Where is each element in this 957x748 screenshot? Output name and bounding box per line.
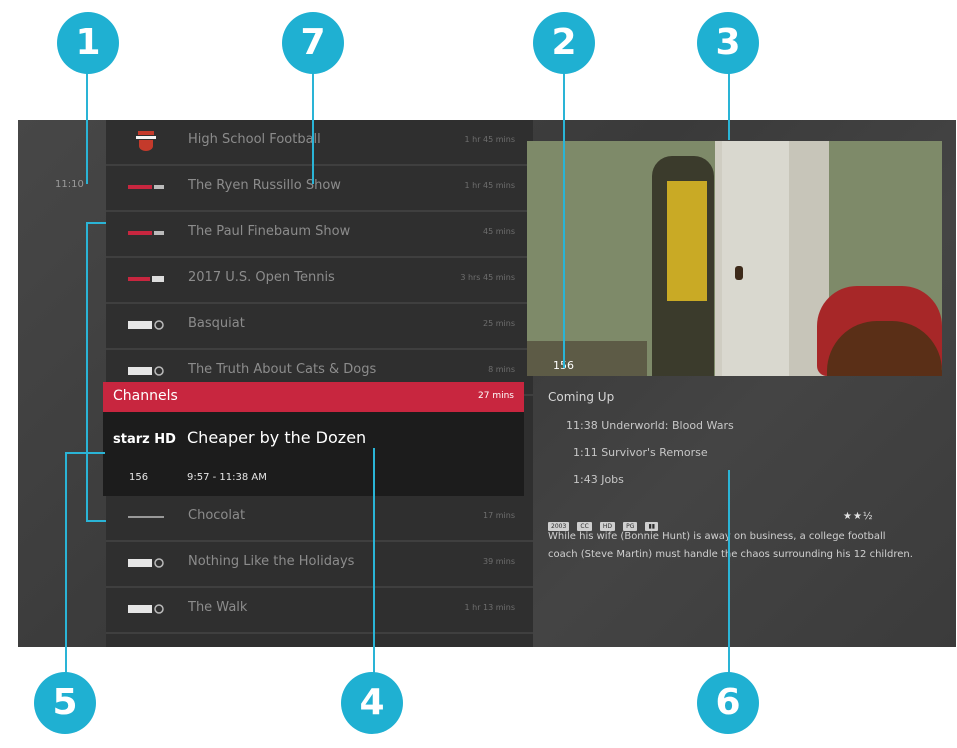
channel-row[interactable]: The Walk 1 hr 13 mins	[106, 588, 533, 634]
callout-5-bracket-bottom	[86, 520, 106, 522]
network-logo-icon	[128, 516, 164, 518]
coming-up-title: Jobs	[601, 473, 624, 486]
program-description: While his wife (Bonnie Hunt) is away on …	[548, 531, 913, 560]
espn-logo-icon	[128, 231, 164, 235]
coming-up-time: 1:11	[573, 446, 598, 459]
callout-5-bracket-top	[86, 222, 106, 224]
channel-row-duration: 45 mins	[483, 227, 515, 236]
channels-bar[interactable]: Channels 27 mins	[103, 382, 524, 412]
callout-4: 4	[341, 672, 403, 734]
channel-row[interactable]: Chocolat 17 mins	[106, 496, 533, 542]
callout-2: 2	[533, 12, 595, 74]
preview-scene-detail	[667, 181, 707, 301]
channel-row[interactable]: The Paul Finebaum Show 45 mins	[106, 212, 533, 258]
channel-row-title: Nothing Like the Holidays	[188, 554, 355, 569]
channel-row-title: The Paul Finebaum Show	[188, 224, 351, 239]
channel-row-title: Basquiat	[188, 316, 245, 331]
coming-up-title: Survivor's Remorse	[601, 446, 708, 459]
coming-up-item[interactable]: 1:43 Jobs	[573, 473, 624, 486]
clock-time: 11:10	[55, 179, 84, 190]
preview-scene-detail	[735, 266, 743, 280]
callout-4-line	[373, 448, 375, 688]
callout-5-line	[65, 452, 67, 688]
channels-bar-label: Channels	[113, 388, 178, 404]
callout-5-bracket-mid	[65, 452, 105, 454]
coming-up-item[interactable]: 11:38 Underworld: Blood Wars	[566, 419, 734, 432]
channel-row[interactable]: 2017 U.S. Open Tennis 3 hrs 45 mins	[106, 258, 533, 304]
callout-5: 5	[34, 672, 96, 734]
channel-row-duration: 3 hrs 45 mins	[460, 273, 515, 282]
preview-scene-detail	[722, 141, 794, 376]
channel-row-duration: 8 mins	[488, 365, 515, 374]
selected-program[interactable]: starz HD Cheaper by the Dozen 156 9:57 -…	[103, 412, 524, 496]
starz-hd-logo-icon	[128, 558, 164, 568]
channel-row-duration: 25 mins	[483, 319, 515, 328]
callout-1: 1	[57, 12, 119, 74]
coming-up-item[interactable]: 1:11 Survivor's Remorse	[573, 446, 708, 459]
channel-row-title: Chocolat	[188, 508, 246, 523]
callout-7-line	[312, 60, 314, 184]
channel-row-title: 2017 U.S. Open Tennis	[188, 270, 335, 285]
starz-hd-logo-icon	[128, 604, 164, 614]
channel-row-duration: 39 mins	[483, 557, 515, 566]
coming-up-title: Underworld: Blood Wars	[601, 419, 734, 432]
channel-row[interactable]: Nothing Like the Holidays 39 mins	[106, 542, 533, 588]
coming-up-heading: Coming Up	[548, 390, 615, 404]
channel-row-title: The Ryen Russillo Show	[188, 178, 341, 193]
channel-row-title: The Walk	[188, 600, 248, 615]
callout-3: 3	[697, 12, 759, 74]
callout-1-line	[86, 60, 88, 184]
selected-program-title: Cheaper by the Dozen	[187, 428, 367, 447]
school-u-logo-icon	[136, 131, 156, 151]
selected-channel-number: 156	[129, 472, 149, 483]
video-preview[interactable]: 156	[527, 141, 942, 376]
channel-row-duration: 1 hr 45 mins	[464, 135, 515, 144]
channel-row-duration: 17 mins	[483, 511, 515, 520]
starz-hd-logo-icon	[128, 320, 164, 330]
channel-row-title: High School Football	[188, 132, 321, 147]
coming-up-time: 1:43	[573, 473, 598, 486]
coming-up-time: 11:38	[566, 419, 598, 432]
channel-row-title: The Truth About Cats & Dogs	[188, 362, 377, 377]
channel-row[interactable]: High School Football 1 hr 45 mins	[106, 120, 533, 166]
callout-7: 7	[282, 12, 344, 74]
espn-logo-icon	[128, 185, 164, 189]
selected-program-time: 9:57 - 11:38 AM	[187, 472, 267, 483]
callout-6-line	[728, 470, 730, 688]
espn-hd-logo-icon	[128, 276, 164, 282]
callout-2-line	[563, 60, 565, 368]
channel-row[interactable]: The Ryen Russillo Show 1 hr 45 mins	[106, 166, 533, 212]
callout-5-bracket	[86, 222, 88, 522]
preview-scene-detail	[527, 341, 647, 376]
channels-bar-duration: 27 mins	[478, 391, 514, 401]
starz-hd-logo: starz HD	[113, 432, 176, 447]
starz-hd-logo-icon	[128, 366, 164, 376]
callout-6: 6	[697, 672, 759, 734]
channel-row-duration: 1 hr 45 mins	[464, 181, 515, 190]
channel-row-duration: 1 hr 13 mins	[464, 603, 515, 612]
channel-row[interactable]: Basquiat 25 mins	[106, 304, 533, 350]
star-rating: ★★½	[843, 511, 874, 522]
